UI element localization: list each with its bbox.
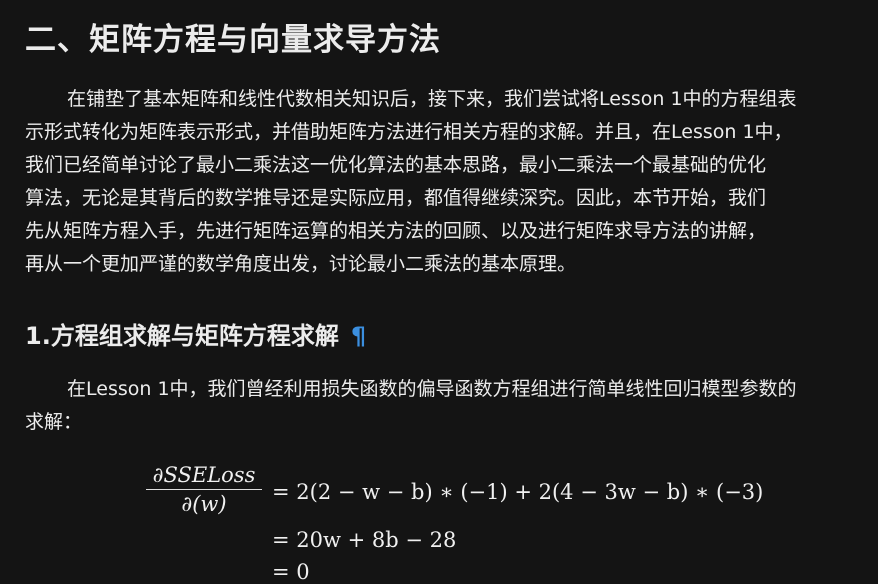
paragraph-line: 在铺垫了基本矩阵和线性代数相关知识后，接下来，我们尝试将Lesson 1中的方程… [67,88,797,110]
paragraph-line: 在Lesson 1中，我们曾经利用损失函数的偏导函数方程组进行简单线性回归模型参… [67,378,797,400]
equation-line-1: = 2(2 − w − b) ∗ (−1) + 2(4 − 3w − b) ∗ … [272,480,764,504]
fraction-numerator: ∂SSELoss [146,463,262,490]
paragraph-line: 再从一个更加严谨的数学角度出发，讨论最小二乘法的基本原理。 [25,253,577,275]
equation-fraction: ∂SSELoss ∂(w) [146,463,262,516]
equation-line-3: = 0 [272,560,310,584]
fraction-denominator: ∂(w) [181,492,227,516]
intro-paragraph: 在铺垫了基本矩阵和线性代数相关知识后，接下来，我们尝试将Lesson 1中的方程… [25,83,797,281]
paragraph-line: 示形式转化为矩阵表示形式，并借助矩阵方法进行相关方程的求解。并且，在Lesson… [25,121,793,143]
subsection-title: 1.方程组求解与矩阵方程求解 ¶ [25,316,366,351]
paragraph-line: 我们已经简单讨论了最小二乘法这一优化算法的基本思路，最小二乘法一个最基础的优化 [25,154,767,176]
subsection-title-text: 1.方程组求解与矩阵方程求解 [25,322,339,350]
paragraph-line: 算法，无论是其背后的数学推导还是实际应用，都值得继续深究。因此，本节开始，我们 [25,187,767,209]
anchor-link-icon[interactable]: ¶ [351,322,366,350]
paragraph-line: 求解： [25,411,83,433]
paragraph-2: 在Lesson 1中，我们曾经利用损失函数的偏导函数方程组进行简单线性回归模型参… [25,373,797,439]
paragraph-line: 先从矩阵方程入手，先进行矩阵运算的相关方法的回顾、以及进行矩阵求导方法的讲解， [25,220,767,242]
section-title: 二、矩阵方程与向量求导方法 [25,22,441,58]
equation-line-2: = 20w + 8b − 28 [272,528,457,552]
